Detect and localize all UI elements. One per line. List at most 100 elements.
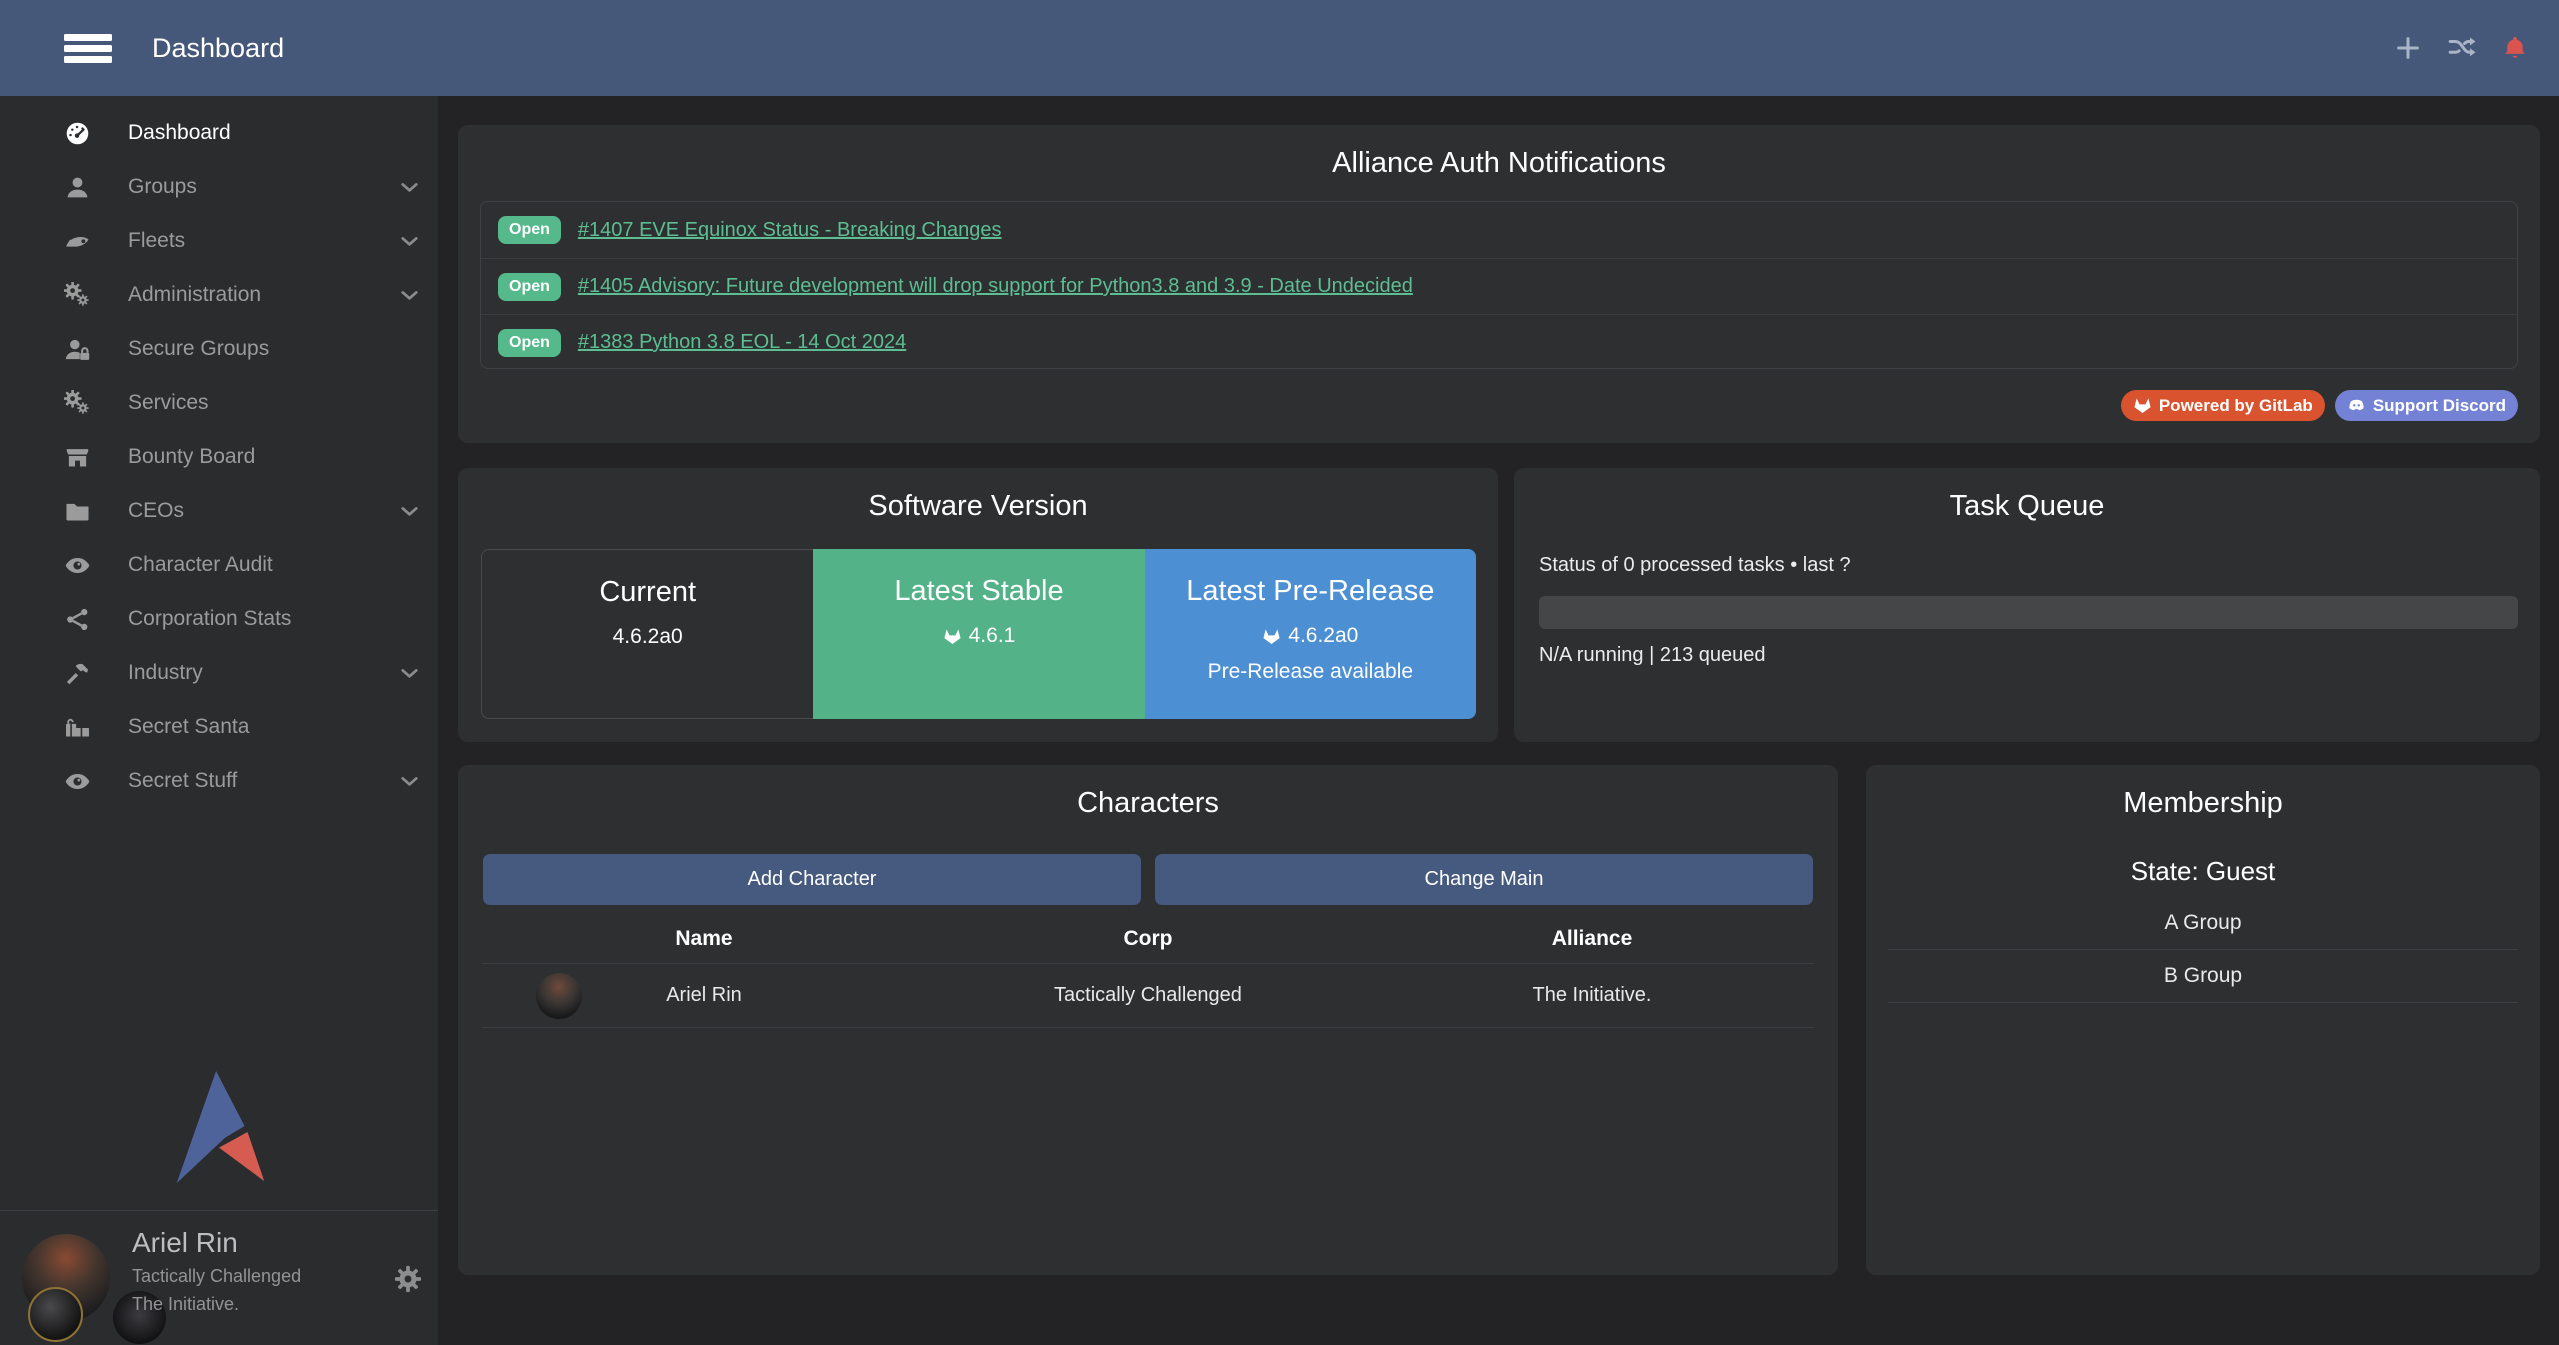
add-character-button[interactable]: Add Character: [483, 854, 1141, 905]
sidebar-item-industry[interactable]: Industry: [0, 646, 438, 700]
notifications-list: Open #1407 EVE Equinox Status - Breaking…: [480, 201, 2518, 369]
sidebar-item-bounty-board[interactable]: Bounty Board: [0, 430, 438, 484]
notifications-title: Alliance Auth Notifications: [458, 125, 2540, 180]
sidebar-menu: Dashboard Groups Fleets Administration S…: [0, 106, 438, 808]
gitlab-icon: [1262, 627, 1281, 646]
sidebar-item-services[interactable]: Services: [0, 376, 438, 430]
membership-state: State: Guest: [1866, 856, 2540, 887]
notification-link[interactable]: #1407 EVE Equinox Status - Breaking Chan…: [578, 219, 1002, 242]
status-badge: Open: [498, 273, 561, 301]
sidebar: Dashboard Groups Fleets Administration S…: [0, 96, 438, 1345]
user-info: Ariel Rin Tactically Challenged The Init…: [132, 1227, 301, 1315]
sidebar-item-label: Corporation Stats: [128, 607, 291, 631]
hammer-icon: [62, 660, 92, 687]
share-icon: [62, 606, 92, 633]
rocket-icon: [62, 228, 92, 255]
notification-link[interactable]: #1383 Python 3.8 EOL - 14 Oct 2024: [578, 331, 906, 354]
folder-icon: [62, 498, 92, 525]
change-main-button[interactable]: Change Main: [1155, 854, 1813, 905]
sidebar-item-label: Character Audit: [128, 553, 273, 577]
footer-badges: Powered by GitLab Support Discord: [2121, 390, 2518, 421]
version-prerelease-cell: Latest Pre-Release 4.6.2a0 Pre-Release a…: [1145, 549, 1476, 719]
page-title: Dashboard: [152, 33, 284, 64]
page: Dashboard Dashboard Groups Fleets: [0, 0, 2559, 1345]
characters-table-header: Name Corp Alliance: [482, 914, 1814, 964]
column-header-alliance: Alliance: [1370, 927, 1814, 951]
sidebar-item-label: Groups: [128, 175, 197, 199]
notification-bell-icon[interactable]: [2501, 34, 2529, 62]
sidebar-item-label: Services: [128, 391, 209, 415]
eye-icon: [62, 552, 92, 579]
sidebar-item-fleets[interactable]: Fleets: [0, 214, 438, 268]
menu-toggle-button[interactable]: [64, 34, 112, 63]
membership-title: Membership: [1866, 765, 2540, 820]
version-stable-label: Latest Stable: [813, 575, 1144, 608]
task-queue-queued-text: N/A running | 213 queued: [1539, 644, 1765, 667]
status-badge: Open: [498, 216, 561, 244]
sidebar-item-corporation-stats[interactable]: Corporation Stats: [0, 592, 438, 646]
sidebar-item-secret-santa[interactable]: Secret Santa: [0, 700, 438, 754]
chevron-down-icon: [397, 661, 422, 686]
chevron-down-icon: [397, 229, 422, 254]
character-portrait: [536, 973, 582, 1019]
character-corp: Tactically Challenged: [926, 984, 1370, 1007]
gitlab-icon: [943, 627, 962, 646]
version-table: Current 4.6.2a0 Latest Stable 4.6.1 Late…: [481, 549, 1476, 719]
cogs-icon: [62, 282, 92, 309]
alliance-auth-logo: [160, 1065, 278, 1193]
sidebar-item-label: Secure Groups: [128, 337, 269, 361]
characters-table: Name Corp Alliance Ariel Rin Tactically …: [482, 914, 1814, 1028]
sidebar-item-label: Secret Santa: [128, 715, 249, 739]
chevron-down-icon: [397, 769, 422, 794]
add-icon[interactable]: [2393, 33, 2423, 63]
eye-icon: [62, 768, 92, 795]
gifts-icon: [62, 714, 92, 741]
shuffle-icon[interactable]: [2447, 33, 2477, 63]
sidebar-item-character-audit[interactable]: Character Audit: [0, 538, 438, 592]
sidebar-item-label: Dashboard: [128, 121, 231, 145]
version-prerelease-value: 4.6.2a0: [1288, 624, 1358, 648]
user-panel: Ariel Rin Tactically Challenged The Init…: [0, 1210, 438, 1345]
chevron-down-icon: [397, 175, 422, 200]
user-alliance: The Initiative.: [132, 1294, 301, 1315]
notification-item: Open #1383 Python 3.8 EOL - 14 Oct 2024: [481, 314, 2517, 369]
list-item: A Group: [1888, 897, 2518, 950]
user-lock-icon: [62, 336, 92, 363]
sidebar-item-label: Administration: [128, 283, 261, 307]
sidebar-item-ceos[interactable]: CEOs: [0, 484, 438, 538]
table-row: Ariel Rin Tactically Challenged The Init…: [482, 964, 1814, 1028]
version-stable-value: 4.6.1: [969, 624, 1016, 648]
characters-title: Characters: [458, 765, 1838, 820]
column-header-corp: Corp: [926, 927, 1370, 951]
list-item: B Group: [1888, 950, 2518, 1003]
store-icon: [62, 444, 92, 471]
speedometer-icon: [62, 120, 92, 147]
sidebar-item-secret-stuff[interactable]: Secret Stuff: [0, 754, 438, 808]
alliance-auth-notifications-panel: Alliance Auth Notifications Open #1407 E…: [458, 125, 2540, 443]
task-queue-progress-bar: [1539, 596, 2518, 629]
characters-actions: Add Character Change Main: [483, 854, 1813, 905]
column-header-name: Name: [482, 927, 926, 951]
sidebar-item-secure-groups[interactable]: Secure Groups: [0, 322, 438, 376]
support-discord-badge[interactable]: Support Discord: [2335, 390, 2518, 421]
sidebar-item-dashboard[interactable]: Dashboard: [0, 106, 438, 160]
sidebar-item-label: Bounty Board: [128, 445, 255, 469]
user-icon: [62, 174, 92, 201]
discord-icon: [2347, 396, 2366, 415]
user-name: Ariel Rin: [132, 1227, 301, 1259]
task-queue-panel: Task Queue Status of 0 processed tasks •…: [1514, 468, 2540, 742]
sidebar-item-groups[interactable]: Groups: [0, 160, 438, 214]
gitlab-icon: [2133, 396, 2152, 415]
sidebar-item-label: Industry: [128, 661, 203, 685]
software-version-panel: Software Version Current 4.6.2a0 Latest …: [458, 468, 1498, 742]
powered-by-gitlab-badge[interactable]: Powered by GitLab: [2121, 390, 2325, 421]
sidebar-item-administration[interactable]: Administration: [0, 268, 438, 322]
user-settings-gear-icon[interactable]: [392, 1263, 424, 1295]
membership-groups-list: A Group B Group: [1888, 897, 2518, 1003]
top-navbar: Dashboard: [0, 0, 2559, 96]
sidebar-item-label: Secret Stuff: [128, 769, 237, 793]
notification-link[interactable]: #1405 Advisory: Future development will …: [578, 275, 1413, 298]
software-version-title: Software Version: [458, 468, 1498, 523]
character-alliance: The Initiative.: [1370, 984, 1814, 1007]
status-badge: Open: [498, 329, 561, 357]
